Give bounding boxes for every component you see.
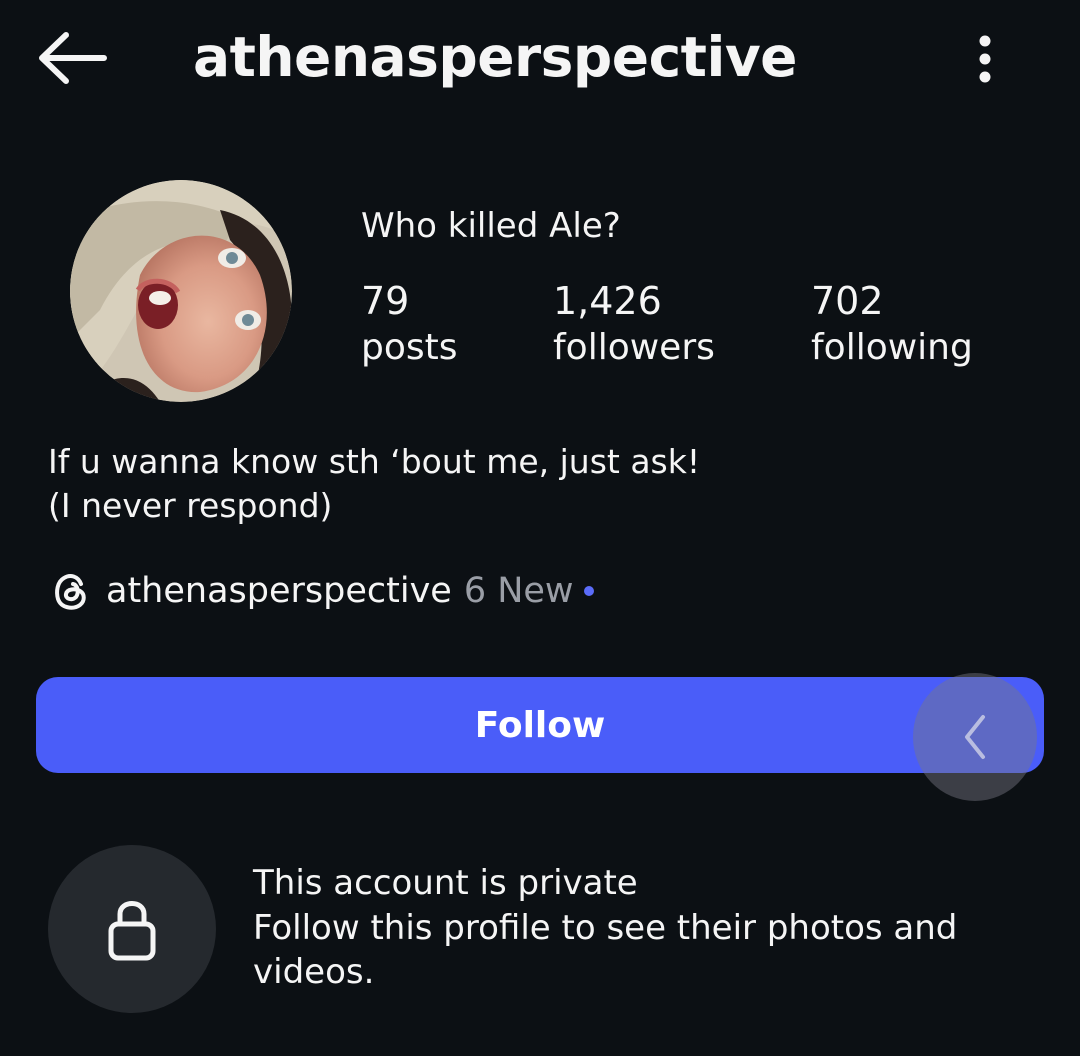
private-notice-description: Follow this profile to see their photos … bbox=[253, 908, 958, 948]
threads-new-count: 6 New bbox=[463, 571, 574, 611]
followers-count-label: followers bbox=[553, 327, 715, 368]
more-options-button[interactable] bbox=[962, 28, 1008, 90]
profile-bio: If u wanna know sth ‘bout me, just ask! … bbox=[48, 440, 700, 528]
new-indicator-dot bbox=[583, 586, 594, 596]
threads-profile-link[interactable]: athenasperspective 6 New bbox=[50, 566, 594, 616]
followers-count-value: 1,426 bbox=[553, 279, 662, 323]
back-button[interactable] bbox=[30, 22, 114, 94]
chevron-left-icon bbox=[965, 715, 985, 759]
private-notice-description: videos. bbox=[253, 952, 375, 992]
edge-panel-handle[interactable] bbox=[913, 673, 1037, 801]
following-count-label: following bbox=[811, 327, 973, 368]
bio-line: If u wanna know sth ‘bout me, just ask! bbox=[48, 442, 701, 481]
vertical-dots-icon bbox=[979, 35, 991, 83]
lock-icon bbox=[108, 901, 156, 961]
profile-page: athenasperspective Who killed Ale? 79 po… bbox=[0, 0, 1080, 1056]
private-account-notice: This account is private Follow this prof… bbox=[253, 860, 957, 994]
posts-count-label: posts bbox=[361, 327, 458, 368]
posts-count[interactable]: 79 posts bbox=[361, 278, 458, 372]
arrow-left-icon bbox=[39, 32, 107, 84]
follow-button-label: Follow bbox=[474, 704, 606, 746]
profile-username-title: athenasperspective bbox=[193, 25, 797, 89]
profile-avatar[interactable] bbox=[70, 180, 292, 402]
followers-count[interactable]: 1,426 followers bbox=[553, 278, 715, 372]
bio-line: (I never respond) bbox=[48, 486, 333, 525]
posts-count-value: 79 bbox=[361, 279, 410, 323]
following-count[interactable]: 702 following bbox=[811, 278, 973, 372]
display-name: Who killed Ale? bbox=[361, 206, 621, 246]
private-notice-title: This account is private bbox=[253, 863, 638, 903]
threads-handle: athenasperspective bbox=[106, 571, 452, 611]
lock-badge bbox=[48, 845, 216, 1013]
follow-button[interactable]: Follow bbox=[36, 677, 1044, 773]
threads-icon bbox=[55, 574, 86, 610]
following-count-value: 702 bbox=[811, 279, 884, 323]
